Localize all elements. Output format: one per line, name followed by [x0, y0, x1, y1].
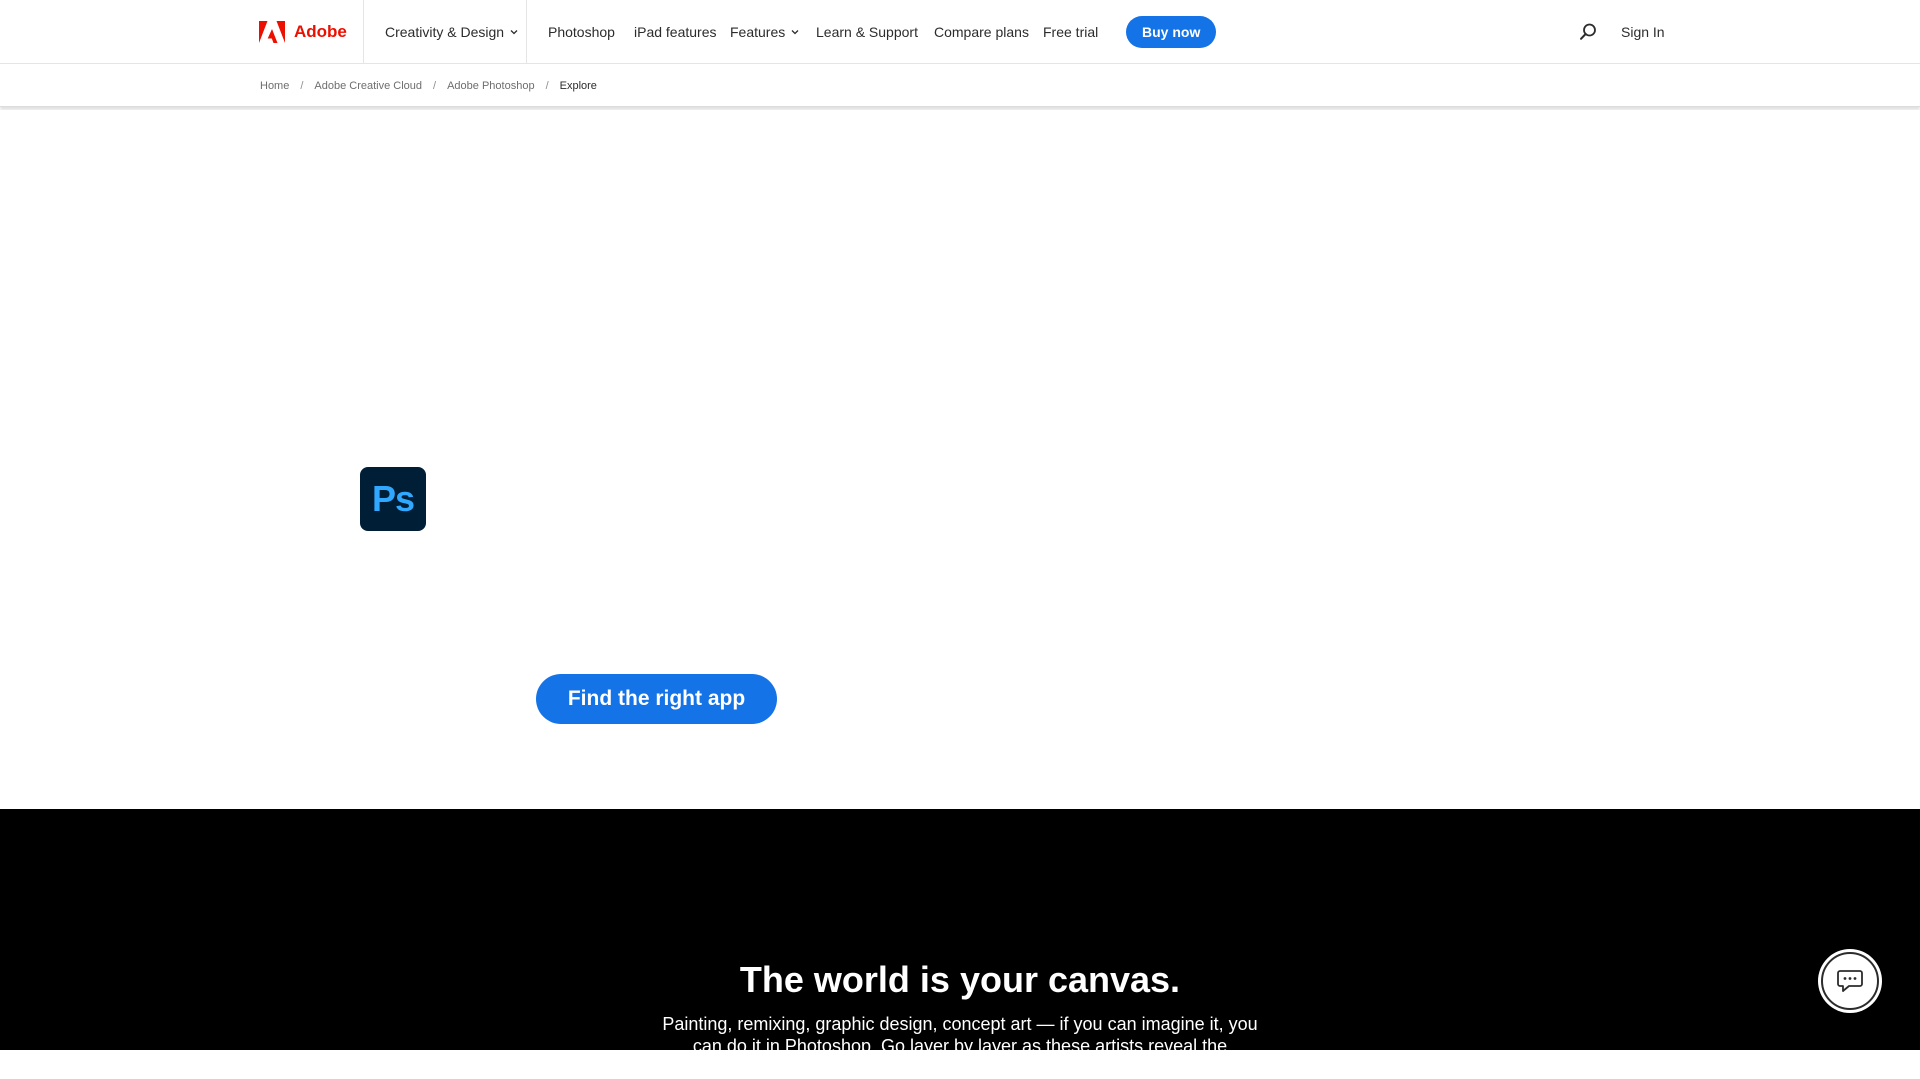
nav-photoshop[interactable]: Photoshop: [548, 0, 615, 64]
find-right-app-button[interactable]: Find the right app: [536, 674, 777, 724]
breadcrumb-bar: Home / Adobe Creative Cloud / Adobe Phot…: [0, 65, 1920, 107]
nav-ipad-features[interactable]: iPad features: [634, 0, 717, 64]
breadcrumb-separator: /: [545, 80, 549, 92]
canvas-section: The world is your canvas. Painting, remi…: [0, 809, 1920, 1078]
breadcrumb-current: Explore: [559, 80, 597, 92]
photoshop-app-icon: Ps: [360, 467, 426, 531]
brand-name: Adobe: [294, 22, 347, 41]
chevron-down-icon: [791, 30, 799, 35]
nav-features-label: Features: [730, 24, 786, 40]
breadcrumb-separator: /: [433, 80, 437, 92]
search-icon[interactable]: [1578, 22, 1598, 42]
nav-divider: [363, 0, 364, 64]
nav-creativity-design-label: Creativity & Design: [385, 24, 505, 40]
nav-free-trial[interactable]: Free trial: [1043, 0, 1098, 64]
nav-creativity-design-menu[interactable]: Creativity & Design: [385, 0, 519, 64]
nav-learn-support[interactable]: Learn & Support: [816, 0, 918, 64]
nav-free-trial-label: Free trial: [1043, 24, 1099, 40]
buy-now-button[interactable]: Buy now: [1126, 16, 1217, 48]
adobe-logo-icon: [259, 21, 285, 43]
chat-icon: [1837, 970, 1863, 992]
global-nav: Adobe Creativity & Design Photoshop iPad…: [0, 0, 1920, 64]
breadcrumb: Home / Adobe Creative Cloud / Adobe Phot…: [260, 65, 597, 107]
nav-ipad-features-label: iPad features: [634, 24, 717, 40]
nav-divider: [526, 0, 527, 64]
breadcrumb-photoshop[interactable]: Adobe Photoshop: [447, 80, 534, 92]
breadcrumb-separator: /: [300, 80, 304, 92]
sign-in-link[interactable]: Sign In: [1621, 0, 1665, 64]
photoshop-logo-text: Ps: [371, 478, 415, 519]
nav-compare-plans-label: Compare plans: [934, 24, 1029, 40]
hero-section: Ps Find the right app: [0, 110, 1920, 809]
adobe-home-link[interactable]: Adobe: [259, 0, 347, 64]
nav-features-menu[interactable]: Features: [730, 0, 800, 64]
breadcrumb-home[interactable]: Home: [260, 80, 289, 92]
nav-compare-plans[interactable]: Compare plans: [934, 0, 1029, 64]
chevron-down-icon: [510, 30, 518, 35]
nav-learn-support-label: Learn & Support: [816, 24, 918, 40]
breadcrumb-creative-cloud[interactable]: Adobe Creative Cloud: [314, 80, 422, 92]
chat-button[interactable]: [1821, 952, 1879, 1010]
section-body: Painting, remixing, graphic design, conc…: [662, 1014, 1258, 1078]
section-title: The world is your canvas.: [739, 959, 1181, 1000]
nav-photoshop-label: Photoshop: [548, 24, 615, 40]
